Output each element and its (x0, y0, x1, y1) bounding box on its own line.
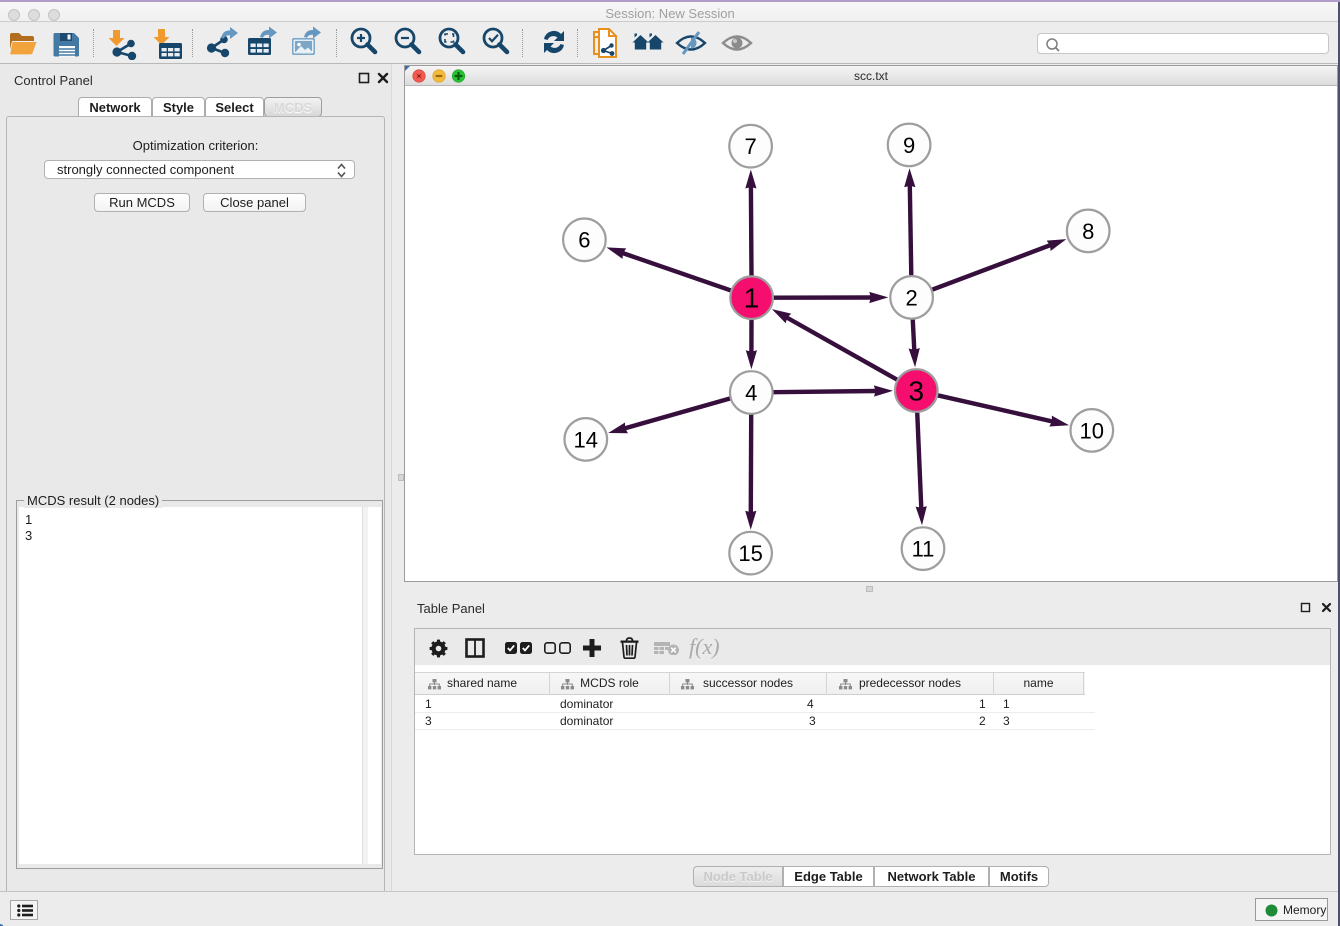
svg-text:8: 8 (1082, 219, 1094, 244)
svg-text:7: 7 (744, 134, 756, 159)
svg-text:2: 2 (905, 285, 917, 310)
svg-text:11: 11 (912, 537, 935, 562)
svg-text:14: 14 (574, 427, 598, 452)
svg-text:4: 4 (745, 380, 757, 405)
svg-text:3: 3 (909, 376, 925, 407)
svg-text:9: 9 (903, 133, 915, 158)
svg-text:15: 15 (738, 541, 762, 566)
svg-text:10: 10 (1080, 418, 1104, 443)
svg-text:6: 6 (578, 228, 590, 253)
svg-text:1: 1 (744, 283, 760, 314)
